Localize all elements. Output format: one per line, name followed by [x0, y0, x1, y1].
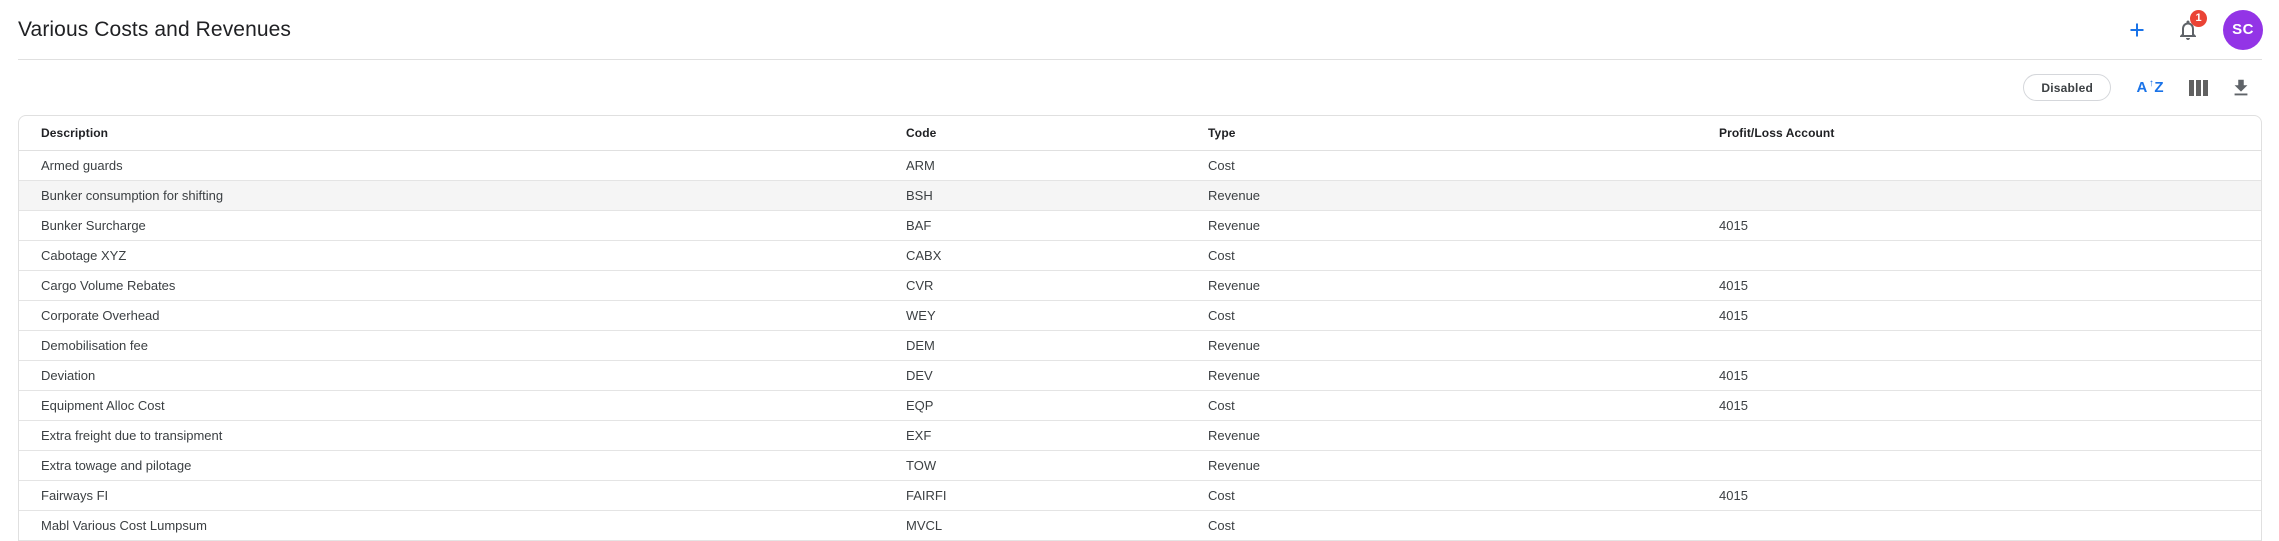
cell-pl-account: [1697, 330, 2261, 360]
cell-code: CVR: [884, 270, 1186, 300]
cell-pl-account: 4015: [1697, 210, 2261, 240]
cell-code: DEM: [884, 330, 1186, 360]
page-title: Various Costs and Revenues: [18, 18, 291, 42]
table-row[interactable]: Cabotage XYZ CABX Cost: [19, 240, 2261, 270]
cell-description: Corporate Overhead: [19, 300, 884, 330]
cell-code: MVCL: [884, 510, 1186, 540]
cell-description: Bunker consumption for shifting: [19, 180, 884, 210]
table-header-row: Description Code Type Profit/Loss Accoun…: [19, 116, 2261, 150]
cell-type: Cost: [1186, 240, 1697, 270]
cell-type: Revenue: [1186, 270, 1697, 300]
cell-type: Cost: [1186, 510, 1697, 540]
cell-type: Revenue: [1186, 360, 1697, 390]
columns-icon: [2189, 80, 2208, 96]
cell-type: Revenue: [1186, 450, 1697, 480]
cell-description: Cargo Volume Rebates: [19, 270, 884, 300]
cell-description: Armed guards: [19, 150, 884, 180]
cell-pl-account: 4015: [1697, 360, 2261, 390]
cell-code: BSH: [884, 180, 1186, 210]
add-button[interactable]: [2125, 18, 2149, 42]
cell-pl-account: 4015: [1697, 300, 2261, 330]
column-header-code[interactable]: Code: [884, 116, 1186, 150]
cell-type: Cost: [1186, 150, 1697, 180]
costs-revenues-table: Description Code Type Profit/Loss Accoun…: [19, 116, 2261, 541]
cell-code: EXF: [884, 420, 1186, 450]
disabled-filter-chip[interactable]: Disabled: [2023, 74, 2111, 101]
cell-type: Cost: [1186, 390, 1697, 420]
download-icon: [2230, 77, 2252, 99]
cell-description: Demobilisation fee: [19, 330, 884, 360]
notification-badge: 1: [2190, 10, 2207, 27]
app-header: Various Costs and Revenues 1 SC: [0, 0, 2279, 59]
table-row[interactable]: Bunker consumption for shifting BSH Reve…: [19, 180, 2261, 210]
cell-pl-account: [1697, 240, 2261, 270]
app-root: Various Costs and Revenues 1 SC Disabled…: [0, 0, 2279, 541]
table-row[interactable]: Armed guards ARM Cost: [19, 150, 2261, 180]
sort-alpha-button[interactable]: A↑Z: [2135, 75, 2165, 101]
table-row[interactable]: Demobilisation fee DEM Revenue: [19, 330, 2261, 360]
cell-description: Cabotage XYZ: [19, 240, 884, 270]
cell-code: ARM: [884, 150, 1186, 180]
table-row[interactable]: Fairways FI FAIRFI Cost 4015: [19, 480, 2261, 510]
table-row[interactable]: Mabl Various Cost Lumpsum MVCL Cost: [19, 510, 2261, 540]
download-button[interactable]: [2229, 76, 2253, 100]
column-header-type[interactable]: Type: [1186, 116, 1697, 150]
toolbar: Disabled A↑Z: [0, 60, 2279, 115]
cell-pl-account: [1697, 420, 2261, 450]
cell-type: Cost: [1186, 480, 1697, 510]
cell-type: Revenue: [1186, 330, 1697, 360]
cell-code: BAF: [884, 210, 1186, 240]
table-body: Armed guards ARM Cost Bunker consumption…: [19, 150, 2261, 540]
cell-code: TOW: [884, 450, 1186, 480]
cell-description: Extra freight due to transipment: [19, 420, 884, 450]
manage-columns-button[interactable]: [2185, 77, 2211, 99]
cell-description: Equipment Alloc Cost: [19, 390, 884, 420]
table-row[interactable]: Extra freight due to transipment EXF Rev…: [19, 420, 2261, 450]
sort-alphabetical-icon: A↑Z: [2136, 80, 2163, 95]
table-row[interactable]: Extra towage and pilotage TOW Revenue: [19, 450, 2261, 480]
column-header-pl-account[interactable]: Profit/Loss Account: [1697, 116, 2261, 150]
table-row[interactable]: Bunker Surcharge BAF Revenue 4015: [19, 210, 2261, 240]
cell-description: Extra towage and pilotage: [19, 450, 884, 480]
cell-description: Mabl Various Cost Lumpsum: [19, 510, 884, 540]
table-row[interactable]: Deviation DEV Revenue 4015: [19, 360, 2261, 390]
column-header-description[interactable]: Description: [19, 116, 884, 150]
table-row[interactable]: Cargo Volume Rebates CVR Revenue 4015: [19, 270, 2261, 300]
cell-type: Cost: [1186, 300, 1697, 330]
cell-pl-account: 4015: [1697, 390, 2261, 420]
cell-code: DEV: [884, 360, 1186, 390]
plus-icon: [2128, 21, 2146, 39]
table-row[interactable]: Equipment Alloc Cost EQP Cost 4015: [19, 390, 2261, 420]
cell-code: FAIRFI: [884, 480, 1186, 510]
cell-pl-account: 4015: [1697, 270, 2261, 300]
cell-code: EQP: [884, 390, 1186, 420]
table-row[interactable]: Corporate Overhead WEY Cost 4015: [19, 300, 2261, 330]
cell-type: Revenue: [1186, 420, 1697, 450]
table-card: Description Code Type Profit/Loss Accoun…: [18, 115, 2262, 541]
cell-pl-account: 4015: [1697, 480, 2261, 510]
header-actions: 1 SC: [2125, 10, 2263, 50]
cell-description: Fairways FI: [19, 480, 884, 510]
cell-pl-account: [1697, 510, 2261, 540]
cell-type: Revenue: [1186, 210, 1697, 240]
cell-code: WEY: [884, 300, 1186, 330]
notifications-button[interactable]: 1: [2175, 17, 2201, 43]
cell-description: Deviation: [19, 360, 884, 390]
cell-pl-account: [1697, 150, 2261, 180]
avatar[interactable]: SC: [2223, 10, 2263, 50]
cell-pl-account: [1697, 180, 2261, 210]
cell-pl-account: [1697, 450, 2261, 480]
cell-type: Revenue: [1186, 180, 1697, 210]
cell-code: CABX: [884, 240, 1186, 270]
cell-description: Bunker Surcharge: [19, 210, 884, 240]
